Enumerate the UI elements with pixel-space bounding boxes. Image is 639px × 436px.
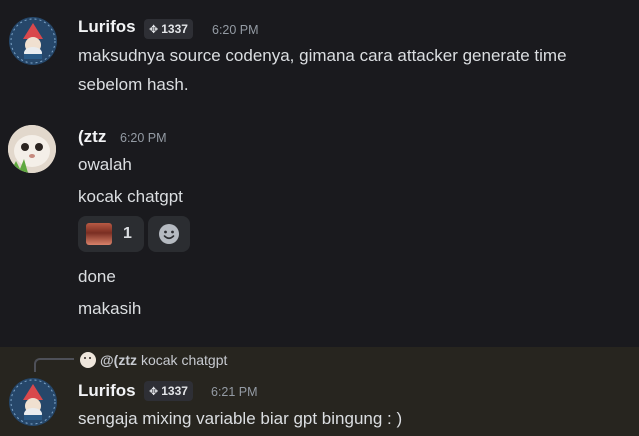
author-name[interactable]: (ztz xyxy=(78,127,106,147)
avatar-lurifos[interactable] xyxy=(9,17,57,65)
message-line: maksudnya source codenya, gimana cara at… xyxy=(78,46,567,65)
message-line: sengaja mixing variable biar gpt bingung… xyxy=(78,409,403,428)
avatar-ztz[interactable] xyxy=(8,125,56,173)
message-line: owalah xyxy=(78,155,132,174)
message-line: done xyxy=(78,267,116,286)
add-reaction-smiley-icon xyxy=(159,224,179,244)
reaction-count: 1 xyxy=(123,225,132,242)
author-name[interactable]: Lurifos xyxy=(78,381,136,401)
reaction-emoji[interactable]: 1 xyxy=(78,216,144,252)
clan-tag-icon: ✥ xyxy=(149,23,159,36)
message-ztz: (ztz 6:20 PM owalah kocak chatgpt 1 done… xyxy=(0,110,639,347)
author-name[interactable]: Lurifos xyxy=(78,17,136,37)
clan-tag-label: 1337 xyxy=(161,384,188,398)
clan-tag-icon: ✥ xyxy=(149,385,159,398)
avatar-lurifos[interactable] xyxy=(9,378,57,426)
add-reaction-button[interactable] xyxy=(148,216,190,252)
message-line: kocak chatgpt xyxy=(78,187,183,206)
timestamp[interactable]: 6:21 PM xyxy=(211,385,258,399)
message-line: sebelom hash. xyxy=(78,75,189,94)
message-line: makasih xyxy=(78,299,142,318)
reaction-lips-emoji-icon xyxy=(86,223,112,245)
timestamp[interactable]: 6:20 PM xyxy=(212,23,259,37)
clan-tag[interactable]: ✥ 1337 xyxy=(144,381,193,401)
clan-tag-label: 1337 xyxy=(161,22,188,36)
message-lurifos-2: Lurifos ✥ 1337 6:21 PM sengaja mixing va… xyxy=(0,347,639,436)
clan-tag[interactable]: ✥ 1337 xyxy=(144,19,193,39)
message-lurifos-1: Lurifos ✥ 1337 6:20 PM maksudnya source … xyxy=(0,0,639,110)
timestamp[interactable]: 6:20 PM xyxy=(120,131,167,145)
